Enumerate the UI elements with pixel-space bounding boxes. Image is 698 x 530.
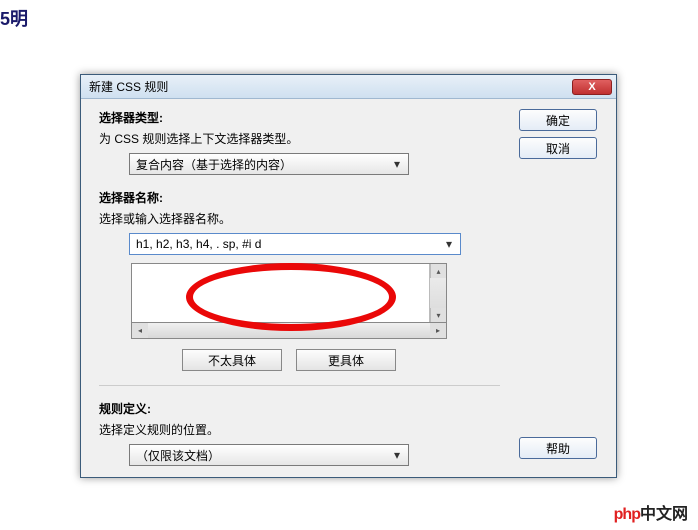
close-button[interactable]: X xyxy=(572,79,612,95)
cancel-button[interactable]: 取消 xyxy=(519,137,597,159)
help-button[interactable]: 帮助 xyxy=(519,437,597,459)
watermark-logo: php xyxy=(614,506,640,523)
scroll-left-icon[interactable]: ◂ xyxy=(132,323,148,338)
scroll-track[interactable] xyxy=(148,323,430,338)
selector-name-section: 选择器名称: 选择或输入选择器名称。 ▾ ▴ ▾ ◂ ▸ xyxy=(99,189,500,371)
watermark: php中文网 xyxy=(614,500,688,524)
selector-name-input[interactable] xyxy=(136,237,442,251)
scroll-right-icon[interactable]: ▸ xyxy=(430,323,446,338)
rule-def-dropdown[interactable]: （仅限该文档） ▾ xyxy=(129,444,409,466)
selector-type-section: 选择器类型: 为 CSS 规则选择上下文选择器类型。 复合内容（基于选择的内容）… xyxy=(99,109,500,175)
rule-def-value: （仅限该文档） xyxy=(136,447,390,464)
chevron-down-icon: ▾ xyxy=(390,157,404,171)
dialog-title: 新建 CSS 规则 xyxy=(89,78,572,95)
page-fragment-text: 5明 xyxy=(0,5,28,31)
chevron-down-icon: ▾ xyxy=(390,448,404,462)
close-icon: X xyxy=(588,81,595,93)
chevron-down-icon[interactable]: ▾ xyxy=(442,237,456,251)
scroll-down-icon[interactable]: ▾ xyxy=(430,308,446,322)
specificity-buttons: 不太具体 更具体 xyxy=(131,349,447,371)
selector-name-desc: 选择或输入选择器名称。 xyxy=(99,210,500,227)
selector-type-value: 复合内容（基于选择的内容） xyxy=(136,156,390,173)
selector-name-label: 选择器名称: xyxy=(99,189,500,206)
less-specific-button[interactable]: 不太具体 xyxy=(182,349,282,371)
ok-button[interactable]: 确定 xyxy=(519,109,597,131)
rule-definition-section: 规则定义: 选择定义规则的位置。 （仅限该文档） ▾ xyxy=(99,400,500,466)
new-css-rule-dialog: 新建 CSS 规则 X 选择器类型: 为 CSS 规则选择上下文选择器类型。 复… xyxy=(80,74,617,478)
description-textarea[interactable]: ▴ ▾ xyxy=(131,263,447,323)
left-column: 选择器类型: 为 CSS 规则选择上下文选择器类型。 复合内容（基于选择的内容）… xyxy=(99,109,512,465)
selector-type-desc: 为 CSS 规则选择上下文选择器类型。 xyxy=(99,130,500,147)
selector-type-label: 选择器类型: xyxy=(99,109,500,126)
divider xyxy=(99,385,500,386)
more-specific-button[interactable]: 更具体 xyxy=(296,349,396,371)
scroll-up-icon[interactable]: ▴ xyxy=(430,264,446,278)
spacer xyxy=(512,165,604,437)
selector-description-area: ▴ ▾ ◂ ▸ xyxy=(131,263,447,339)
dialog-body: 选择器类型: 为 CSS 规则选择上下文选择器类型。 复合内容（基于选择的内容）… xyxy=(81,99,616,477)
watermark-text: 中文网 xyxy=(640,506,688,523)
right-column: 确定 取消 帮助 xyxy=(512,109,604,465)
selector-type-dropdown[interactable]: 复合内容（基于选择的内容） ▾ xyxy=(129,153,409,175)
selector-name-combobox[interactable]: ▾ xyxy=(129,233,461,255)
horizontal-scrollbar[interactable]: ◂ ▸ xyxy=(131,323,447,339)
rule-def-desc: 选择定义规则的位置。 xyxy=(99,421,500,438)
rule-def-label: 规则定义: xyxy=(99,400,500,417)
titlebar: 新建 CSS 规则 X xyxy=(81,75,616,99)
